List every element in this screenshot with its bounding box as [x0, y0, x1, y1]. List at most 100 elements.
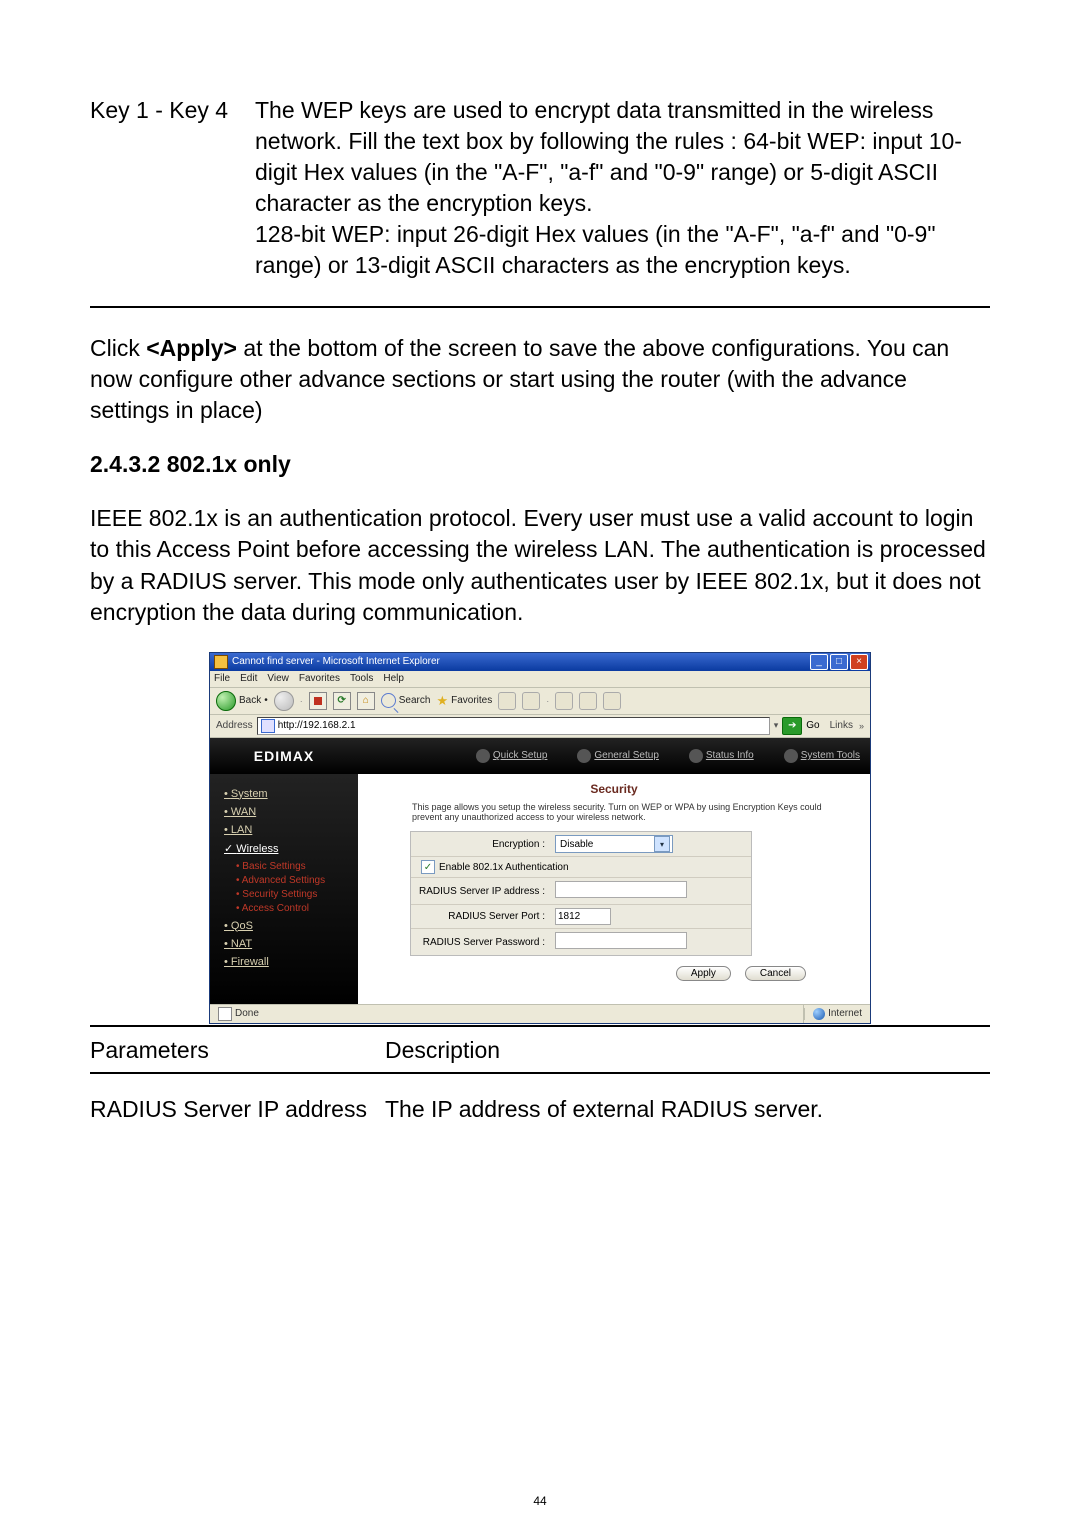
- menu-bar: File Edit View Favorites Tools Help: [210, 671, 870, 688]
- go-label: Go: [806, 720, 819, 731]
- chevron-down-icon: ▾: [654, 836, 670, 852]
- param-table-row: RADIUS Server IP address The IP address …: [90, 1096, 990, 1123]
- sidebar-sub-security[interactable]: Security Settings: [236, 889, 348, 900]
- top-nav: Quick Setup General Setup Status Info Sy…: [358, 738, 870, 774]
- toolbar: Back • · ⟳ ⌂ Search ★Favorites ·: [210, 688, 870, 715]
- status-bar: Done Internet: [210, 1004, 870, 1023]
- sidebar-item-wan[interactable]: WAN: [224, 806, 348, 818]
- globe-icon: [577, 749, 591, 763]
- page-icon: [261, 719, 275, 733]
- col-description: Description: [385, 1037, 500, 1064]
- encryption-value: Disable: [560, 839, 593, 850]
- status-done: Done: [235, 1008, 259, 1019]
- forward-button[interactable]: [274, 691, 294, 711]
- wep-key-label: Key 1 - Key 4: [90, 95, 255, 281]
- print-button[interactable]: [555, 692, 573, 710]
- section-body: IEEE 802.1x is an authentication protoco…: [90, 503, 990, 627]
- search-button[interactable]: Search: [381, 693, 431, 708]
- back-button[interactable]: Back •: [216, 691, 268, 711]
- star-icon: ★: [436, 693, 448, 709]
- refresh-button[interactable]: ⟳: [333, 692, 351, 710]
- sidebar-sub-advanced[interactable]: Advanced Settings: [236, 875, 348, 886]
- search-icon: [381, 693, 396, 708]
- encryption-label: Encryption :: [411, 835, 551, 854]
- sidebar-item-system[interactable]: System: [224, 788, 348, 800]
- app-icon: [214, 655, 228, 669]
- radius-ip-label: RADIUS Server IP address :: [411, 882, 551, 901]
- go-button[interactable]: ➔: [782, 717, 802, 735]
- history-button[interactable]: [498, 692, 516, 710]
- col-parameters: Parameters: [90, 1037, 385, 1064]
- wep-key-row: Key 1 - Key 4 The WEP keys are used to e…: [90, 95, 990, 281]
- menu-file[interactable]: File: [214, 673, 230, 684]
- back-label: Back: [239, 695, 261, 706]
- sidebar-sub-basic[interactable]: Basic Settings: [236, 861, 348, 872]
- page-icon: [218, 1007, 232, 1021]
- apply-keyword: <Apply>: [146, 335, 237, 361]
- nav-system-tools[interactable]: System Tools: [784, 749, 860, 763]
- divider: [90, 306, 990, 308]
- globe-icon: [476, 749, 490, 763]
- menu-edit[interactable]: Edit: [240, 673, 257, 684]
- param-table-header: Parameters Description: [90, 1037, 990, 1064]
- param-name: RADIUS Server IP address: [90, 1096, 385, 1123]
- favorites-button[interactable]: ★Favorites: [436, 693, 492, 709]
- menu-help[interactable]: Help: [383, 673, 404, 684]
- param-desc: The IP address of external RADIUS server…: [385, 1096, 823, 1123]
- sidebar-item-nat[interactable]: NAT: [224, 938, 348, 950]
- mail-button[interactable]: [522, 692, 540, 710]
- side-nav: System WAN LAN ✓ Wireless Basic Settings…: [210, 774, 358, 1004]
- status-zone: Internet: [828, 1008, 862, 1019]
- globe-icon: [689, 749, 703, 763]
- radius-pw-label: RADIUS Server Password :: [411, 933, 551, 952]
- menu-tools[interactable]: Tools: [350, 673, 373, 684]
- section-heading: 2.4.3.2 802.1x only: [90, 451, 990, 478]
- window-titlebar[interactable]: Cannot find server - Microsoft Internet …: [210, 653, 870, 671]
- menu-view[interactable]: View: [267, 673, 289, 684]
- home-button[interactable]: ⌂: [357, 692, 375, 710]
- wep-key-desc: The WEP keys are used to encrypt data tr…: [255, 95, 990, 281]
- nav-status-info[interactable]: Status Info: [689, 749, 754, 763]
- stop-button[interactable]: [309, 692, 327, 710]
- minimize-button[interactable]: _: [810, 654, 828, 670]
- internet-zone-icon: [813, 1008, 825, 1020]
- radius-ip-input[interactable]: [555, 881, 687, 898]
- nav-quick-setup[interactable]: Quick Setup: [476, 749, 547, 763]
- enable-8021x-checkbox[interactable]: ✓: [421, 860, 435, 874]
- divider: [90, 1025, 990, 1027]
- links-label[interactable]: Links: [830, 720, 853, 731]
- brand-logo: EDIMAX: [254, 748, 314, 764]
- encryption-select[interactable]: Disable ▾: [555, 835, 673, 853]
- sidebar-item-qos[interactable]: QoS: [224, 920, 348, 932]
- enable-8021x-label: Enable 802.1x Authentication: [439, 862, 569, 873]
- cancel-button[interactable]: Cancel: [745, 966, 806, 981]
- menu-favorites[interactable]: Favorites: [299, 673, 340, 684]
- nav-general-setup[interactable]: General Setup: [577, 749, 659, 763]
- divider: [90, 1072, 990, 1074]
- ie-window: Cannot find server - Microsoft Internet …: [210, 653, 870, 1023]
- security-form: Encryption : Disable ▾ ✓ En: [410, 831, 752, 956]
- page-number: 44: [0, 1494, 1080, 1508]
- sidebar-sub-access[interactable]: Access Control: [236, 903, 348, 914]
- url-text: http://192.168.2.1: [278, 720, 356, 731]
- text: Click: [90, 335, 146, 361]
- discuss-button[interactable]: [603, 692, 621, 710]
- address-bar: Address http://192.168.2.1 ▾ ➔ Go Links …: [210, 715, 870, 738]
- panel-title: Security: [372, 782, 856, 796]
- globe-icon: [784, 749, 798, 763]
- sidebar-item-wireless[interactable]: ✓ Wireless: [224, 842, 348, 855]
- address-label: Address: [216, 720, 253, 731]
- apply-button[interactable]: Apply: [676, 966, 731, 981]
- radius-port-input[interactable]: 1812: [555, 908, 611, 925]
- apply-paragraph: Click <Apply> at the bottom of the scree…: [90, 333, 990, 426]
- panel-desc: This page allows you setup the wireless …: [412, 802, 822, 824]
- edit-button[interactable]: [579, 692, 597, 710]
- maximize-button[interactable]: □: [830, 654, 848, 670]
- url-input[interactable]: http://192.168.2.1: [257, 717, 770, 735]
- back-icon: [216, 691, 236, 711]
- sidebar-item-lan[interactable]: LAN: [224, 824, 348, 836]
- sidebar-item-firewall[interactable]: Firewall: [224, 956, 348, 968]
- close-button[interactable]: ×: [850, 654, 868, 670]
- window-title: Cannot find server - Microsoft Internet …: [232, 656, 810, 667]
- radius-pw-input[interactable]: [555, 932, 687, 949]
